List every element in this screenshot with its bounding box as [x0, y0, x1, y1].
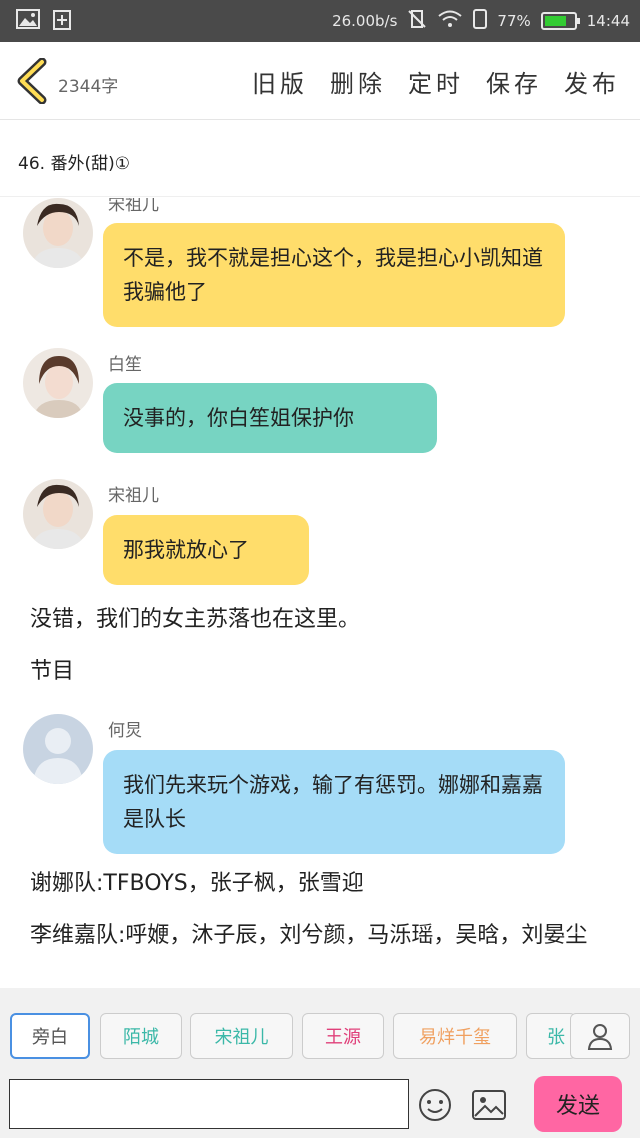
schedule-button[interactable]: 定时: [408, 64, 464, 99]
network-speed: 26.00b/s: [332, 12, 398, 30]
composer: 发送: [0, 1070, 640, 1138]
message-bubble[interactable]: 那我就放心了: [103, 515, 309, 585]
word-count: 2344字: [58, 77, 119, 97]
avatar: [23, 479, 93, 549]
add-character-button[interactable]: [570, 1013, 630, 1059]
message-bubble[interactable]: 我们先来玩个游戏，输了有惩罚。娜娜和嘉嘉是队长: [103, 750, 565, 854]
character-chip-label: 王源: [325, 1027, 361, 1048]
battery-percent: 77%: [497, 12, 531, 30]
chapter-title[interactable]: 46. 番外(甜)①: [18, 149, 130, 174]
message-bubble[interactable]: 不是，我不就是担心这个，我是担心小凯知道我骗他了: [103, 223, 565, 327]
back-button[interactable]: [14, 57, 50, 105]
old-version-button[interactable]: 旧版: [252, 64, 308, 99]
chapter-header: 46. 番外(甜)①: [0, 121, 640, 197]
speaker-name: 宋祖儿: [108, 198, 159, 215]
character-chip[interactable]: 宋祖儿: [190, 1013, 293, 1059]
smiley-icon: [419, 1089, 451, 1121]
speaker-name: 白笙: [108, 355, 142, 375]
avatar: [23, 198, 93, 268]
chevron-left-icon: [17, 57, 47, 105]
wifi-icon: [437, 9, 463, 33]
character-chip-label: 易烊千玺: [419, 1027, 491, 1048]
image-notification-icon: [16, 9, 40, 31]
mute-icon: [407, 9, 427, 33]
emoji-button[interactable]: [418, 1088, 452, 1122]
avatar: [23, 348, 93, 418]
image-icon: [472, 1090, 506, 1120]
narration-text[interactable]: 没错，我们的女主苏落也在这里。: [30, 604, 360, 636]
default-avatar-icon: [23, 714, 93, 784]
character-chip[interactable]: 陌城: [100, 1013, 182, 1059]
speaker-name: 宋祖儿: [108, 486, 159, 506]
character-chip[interactable]: 王源: [302, 1013, 384, 1059]
battery-icon: [540, 12, 580, 30]
character-chip-label: 宋祖儿: [214, 1027, 269, 1048]
clock: 14:44: [586, 12, 630, 30]
sim-card-icon: [52, 9, 76, 31]
character-chip-label: 陌城: [123, 1027, 159, 1048]
publish-button[interactable]: 发布: [564, 64, 620, 99]
avatar: [23, 714, 93, 784]
character-chip[interactable]: 易烊千玺: [393, 1013, 517, 1059]
character-chip-label: 张: [547, 1027, 565, 1048]
send-button[interactable]: 发送: [534, 1076, 622, 1132]
user-icon: [587, 1024, 613, 1050]
narration-text[interactable]: 李维嘉队:呼㛹，沐子辰，刘兮颜，马泺瑶，吴晗，刘晏尘: [30, 920, 590, 952]
message-input[interactable]: [9, 1079, 409, 1129]
message-bubble[interactable]: 没事的，你白笙姐保护你: [103, 383, 437, 453]
narration-text[interactable]: 谢娜队:TFBOYS，张子枫，张雪迎: [30, 868, 364, 900]
battery-fill: [544, 16, 567, 26]
save-button[interactable]: 保存: [486, 64, 542, 99]
speaker-name: 何炅: [108, 721, 142, 741]
phone-frame-icon: [473, 9, 488, 33]
delete-button[interactable]: 删除: [330, 64, 386, 99]
narration-text[interactable]: 节目: [30, 656, 74, 688]
character-chip-narrator[interactable]: 旁白: [10, 1013, 90, 1059]
status-bar: 26.00b/s 77% 14:44: [0, 0, 640, 42]
story-content[interactable]: 宋祖儿 不是，我不就是担心这个，我是担心小凯知道我骗他了 白笙 没事的，你白笙姐…: [0, 198, 640, 988]
editor-toolbar: 2344字 旧版 删除 定时 保存 发布: [0, 42, 640, 120]
character-chip-label: 旁白: [32, 1027, 68, 1048]
character-selector: 旁白 陌城 宋祖儿 王源 易烊千玺 张: [0, 988, 640, 1070]
insert-image-button[interactable]: [472, 1090, 506, 1120]
character-chip[interactable]: 张: [526, 1013, 576, 1059]
